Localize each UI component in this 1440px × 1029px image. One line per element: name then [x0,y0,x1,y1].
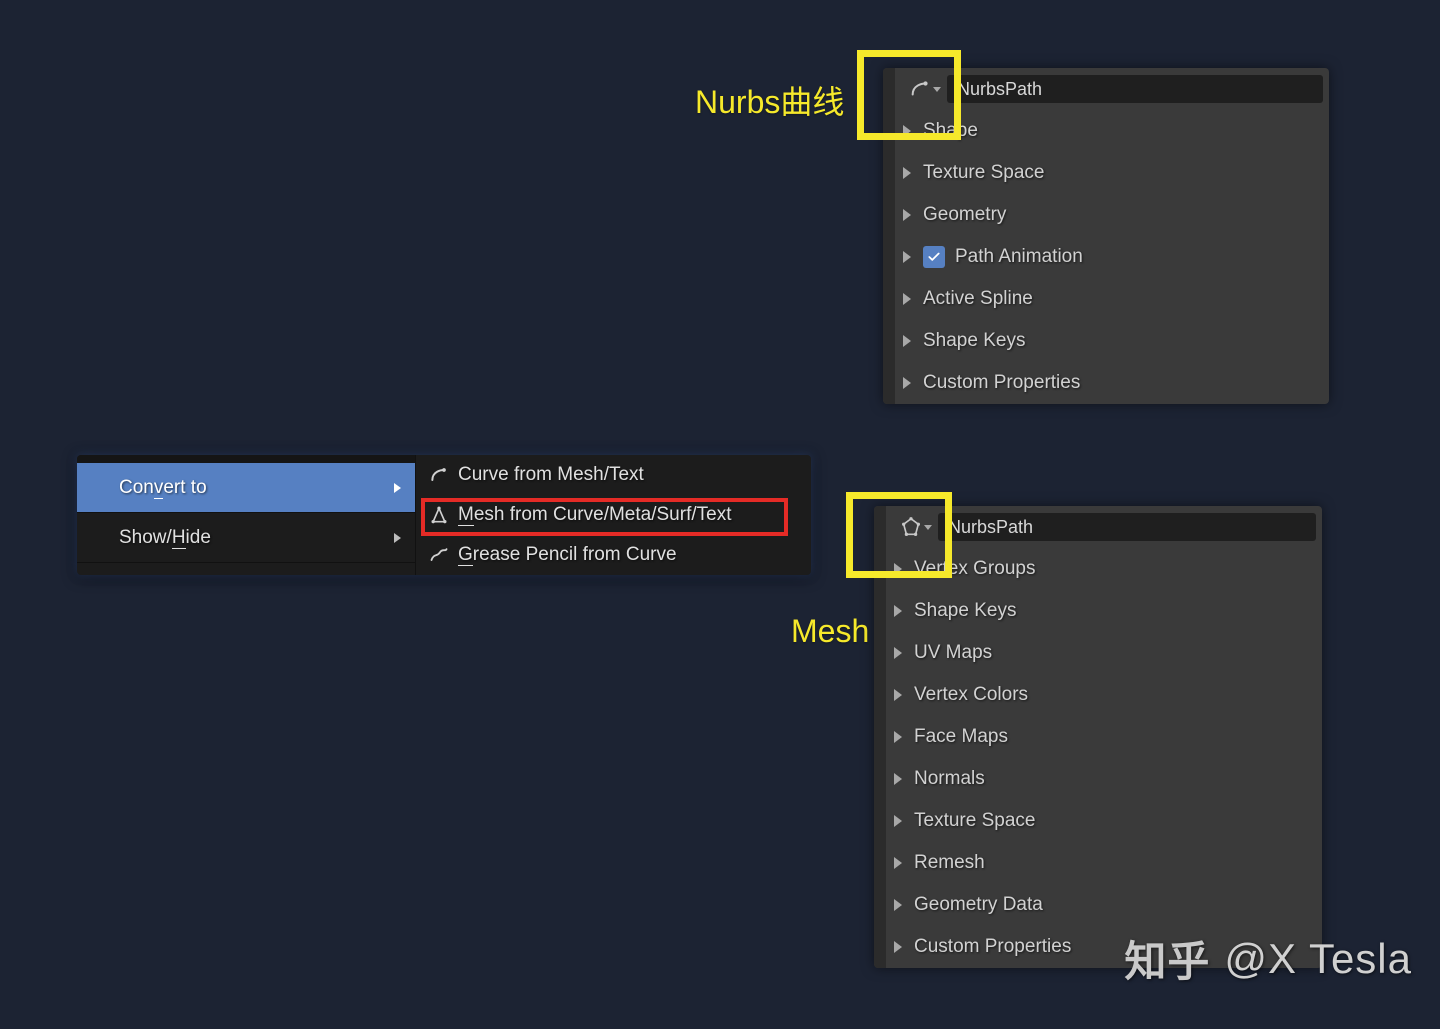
menu-item-label: Grease Pencil from Curve [458,544,677,566]
menu-item-label: Show/Hide [119,527,211,549]
panel-row-geometry-data[interactable]: Geometry Data [874,884,1322,926]
checkbox-checked-icon[interactable] [923,246,945,268]
panel-row-uv-maps[interactable]: UV Maps [874,632,1322,674]
panel-row-label: Path Animation [955,246,1083,268]
panel-row-label: Custom Properties [923,372,1080,394]
object-name-field[interactable]: NurbsPath [947,75,1323,103]
mesh-icon [428,504,450,526]
panel-row-path-animation[interactable]: Path Animation [883,236,1329,278]
panel-row-label: Texture Space [914,810,1035,832]
grease-pencil-icon [428,544,450,566]
menu-item-label: Convert to [119,477,207,499]
panel-row-label: Normals [914,768,985,790]
disclosure-icon [894,773,902,785]
menu-bottom-strip [77,563,415,575]
disclosure-icon [894,731,902,743]
disclosure-icon [903,251,911,263]
panel-row-shape-keys[interactable]: Shape Keys [874,590,1322,632]
panel-row-vertex-colors[interactable]: Vertex Colors [874,674,1322,716]
disclosure-icon [903,293,911,305]
panel-row-label: UV Maps [914,642,992,664]
submenu-arrow-icon [394,533,401,543]
submenu-arrow-icon [394,483,401,493]
menu-item-mesh-from-curve[interactable]: Mesh from Curve/Meta/Surf/Text [416,495,811,535]
menu-item-label: Mesh from Curve/Meta/Surf/Text [458,504,731,526]
panel-row-normals[interactable]: Normals [874,758,1322,800]
menu-item-curve-from-mesh[interactable]: Curve from Mesh/Text [416,455,811,495]
panel-row-custom-properties[interactable]: Custom Properties [883,362,1329,404]
menu-item-grease-pencil-from-curve[interactable]: Grease Pencil from Curve [416,535,811,575]
highlight-box-curve-icon [857,50,961,140]
panel-row-active-spline[interactable]: Active Spline [883,278,1329,320]
disclosure-icon [903,209,911,221]
highlight-box-mesh-icon [846,492,952,578]
object-name-field[interactable]: NurbsPath [938,513,1316,541]
watermark-user: @X Tesla [1224,935,1412,983]
panel-row-remesh[interactable]: Remesh [874,842,1322,884]
disclosure-icon [894,689,902,701]
panel-row-label: Custom Properties [914,936,1071,958]
menu-top-strip [77,455,415,463]
panel-row-texture-space[interactable]: Texture Space [883,152,1329,194]
panel-row-geometry[interactable]: Geometry [883,194,1329,236]
panel-row-shape-keys[interactable]: Shape Keys [883,320,1329,362]
watermark: 知乎 @X Tesla [1124,928,1412,989]
panel-row-label: Vertex Colors [914,684,1028,706]
panel-row-label: Remesh [914,852,985,874]
curve-icon [428,464,450,486]
disclosure-icon [894,899,902,911]
disclosure-icon [903,335,911,347]
menu-item-label: Curve from Mesh/Text [458,464,644,486]
disclosure-icon [903,377,911,389]
panel-row-label: Face Maps [914,726,1008,748]
panel-row-label: Active Spline [923,288,1033,310]
disclosure-icon [903,167,911,179]
panel-row-label: Shape Keys [923,330,1025,352]
disclosure-icon [894,605,902,617]
panel-row-label: Texture Space [923,162,1044,184]
disclosure-icon [894,815,902,827]
panel-row-label: Geometry [923,204,1006,226]
menu-column-right: Curve from Mesh/Text Mesh from Curve/Met… [416,455,811,575]
menu-item-convert-to[interactable]: Convert to [77,463,415,513]
menu-item-show-hide[interactable]: Show/Hide [77,513,415,563]
menu-column-left: Convert to Show/Hide [77,455,416,575]
panel-row-texture-space[interactable]: Texture Space [874,800,1322,842]
annotation-mesh-label: Mesh [791,613,869,650]
panel-row-label: Shape Keys [914,600,1016,622]
panel-row-face-maps[interactable]: Face Maps [874,716,1322,758]
context-menu: Convert to Show/Hide Curve from Mesh/Tex… [77,455,811,575]
panel-row-label: Geometry Data [914,894,1043,916]
disclosure-icon [894,647,902,659]
annotation-nurbs-label: Nurbs曲线 [695,77,844,123]
disclosure-icon [894,941,902,953]
disclosure-icon [894,857,902,869]
watermark-site: 知乎 [1124,928,1210,989]
